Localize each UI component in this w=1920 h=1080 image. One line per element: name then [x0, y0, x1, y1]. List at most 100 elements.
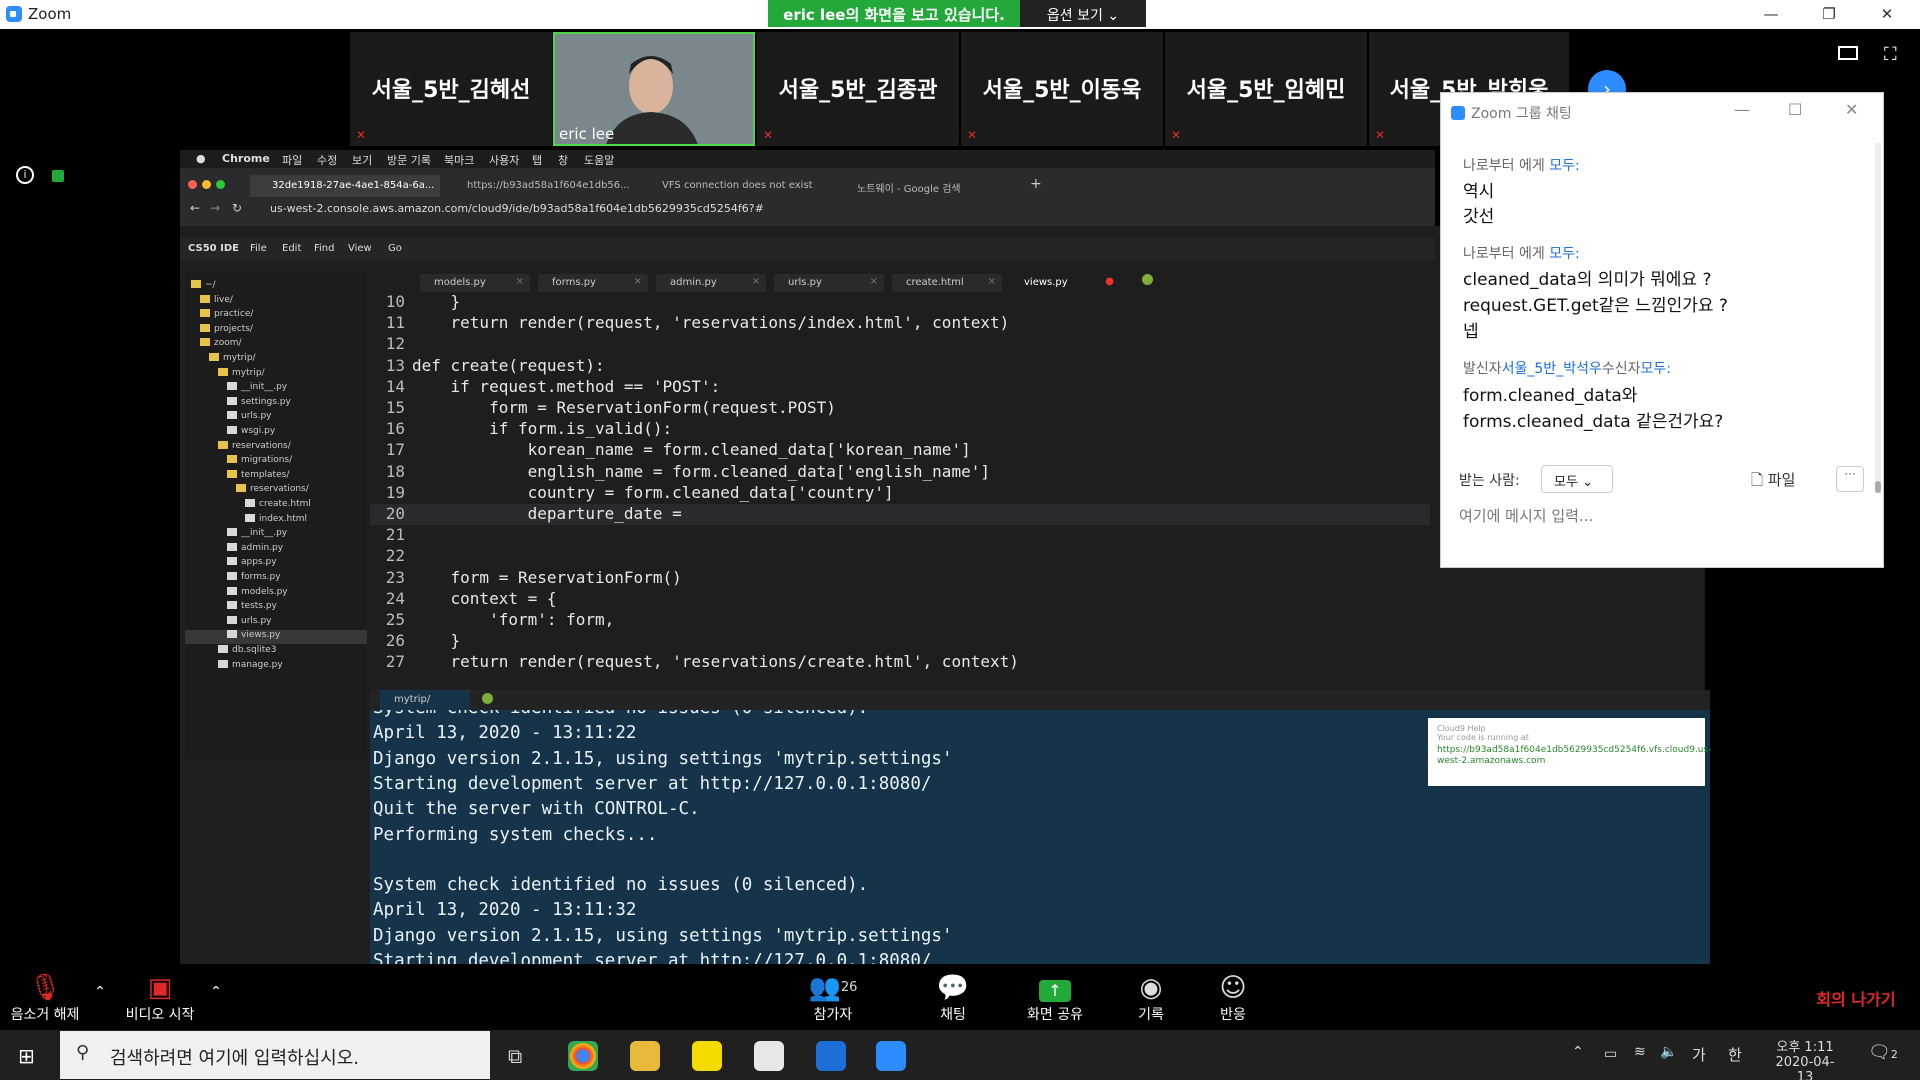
add-terminal-icon[interactable]	[482, 693, 493, 704]
chat-close-button[interactable]: ✕	[1845, 100, 1858, 119]
ime-language[interactable]: 한	[1728, 1044, 1742, 1065]
folder-item[interactable]: reservations/	[185, 440, 291, 455]
chat-button[interactable]: 💬 채팅	[918, 972, 988, 1024]
participant-tile[interactable]: 서울_5반_김혜선 ✕	[350, 32, 552, 146]
participant-tile[interactable]: 서울_5반_이동욱 ✕	[961, 32, 1163, 146]
participant-tile[interactable]: 서울_5반_임혜민 ✕	[1165, 32, 1367, 146]
recipient-link[interactable]: 모두:	[1549, 246, 1579, 262]
layout-icon[interactable]	[1838, 46, 1858, 60]
folder-item[interactable]: projects/	[185, 323, 253, 338]
recipient-dropdown[interactable]: 모두 ⌄	[1541, 465, 1613, 493]
recipient-link[interactable]: 모두:	[1549, 158, 1579, 174]
wifi-icon[interactable]: ≋	[1634, 1044, 1646, 1060]
participant-tile[interactable]: 서울_5반_김종관 ✕	[757, 32, 959, 146]
ide-menu-item[interactable]: View	[348, 243, 372, 254]
battery-icon[interactable]: ▭	[1604, 1046, 1617, 1062]
file-item[interactable]: settings.py	[185, 396, 291, 411]
menu-item[interactable]: 탭	[532, 152, 542, 168]
file-item[interactable]: index.html	[185, 513, 307, 528]
forward-icon[interactable]: →	[210, 201, 220, 215]
taskbar-clock[interactable]: 오후 1:11 2020-04-13	[1770, 1036, 1840, 1080]
file-item[interactable]: __init__.py	[185, 382, 287, 396]
folder-item[interactable]: zoom/	[185, 338, 242, 352]
editor-tab[interactable]: create.html ×	[892, 274, 1002, 292]
start-video-button[interactable]: ▣ 비디오 시작	[120, 972, 200, 1024]
editor-tab[interactable]: forms.py ×	[538, 274, 648, 292]
menu-item[interactable]: Chrome	[222, 152, 270, 165]
folder-item[interactable]: practice/	[185, 309, 253, 323]
folder-item[interactable]: live/	[185, 294, 233, 309]
menu-item[interactable]: 북마크	[444, 152, 474, 168]
file-item[interactable]: apps.py	[185, 557, 277, 571]
file-explorer-icon[interactable]	[630, 1041, 660, 1071]
browser-icon[interactable]	[816, 1041, 846, 1071]
lock-icon[interactable]	[52, 170, 64, 182]
record-button[interactable]: ◉ 기록	[1118, 972, 1184, 1024]
view-options-button[interactable]: 옵션 보기 ⌄	[1020, 0, 1146, 27]
menu-item[interactable]: 창	[558, 152, 568, 168]
folder-item[interactable]: migrations/	[185, 455, 292, 469]
app-url-link[interactable]: https://b93ad58a1f604e1db5629935cd5254f6…	[1437, 745, 1711, 767]
browser-tab[interactable]: 노트웨이 - Google 검색	[835, 175, 1025, 197]
file-item[interactable]: forms.py	[185, 572, 281, 586]
chat-scrollbar[interactable]	[1875, 143, 1881, 493]
menu-item[interactable]: 수정	[317, 152, 337, 168]
typora-icon[interactable]	[754, 1041, 784, 1071]
new-tab-icon[interactable]: +	[1030, 176, 1042, 192]
participant-tile-video[interactable]: eric lee	[553, 32, 755, 146]
reload-icon[interactable]: ↻	[232, 201, 242, 215]
fullscreen-icon[interactable]: ⛶	[1884, 44, 1897, 65]
editor-tab[interactable]: models.py ×	[420, 274, 530, 292]
taskbar-search[interactable]: ⚲ 검색하려면 여기에 입력하십시오.	[60, 1031, 490, 1079]
menu-item[interactable]: 파일	[282, 152, 302, 168]
editor-tab[interactable]: admin.py ×	[656, 274, 766, 292]
tray-chevron-icon[interactable]: ⌃	[1572, 1044, 1584, 1060]
ime-mode[interactable]: 가	[1692, 1044, 1706, 1065]
ide-menu-item[interactable]: Edit	[282, 243, 301, 254]
zoom-taskbar-icon[interactable]	[876, 1041, 906, 1071]
ide-menu-item[interactable]: File	[250, 243, 267, 254]
recipient-link[interactable]: 모두:	[1640, 361, 1670, 377]
file-item[interactable]: admin.py	[185, 542, 283, 557]
file-item[interactable]: tests.py	[185, 601, 277, 615]
sender-link[interactable]: 서울_5반_박석우	[1502, 361, 1602, 377]
address-bar[interactable]: us-west-2.console.aws.amazon.com/cloud9/…	[270, 202, 764, 215]
menu-item[interactable]: 보기	[352, 152, 372, 168]
code-editor[interactable]: 10 } 11 return render(request, 'reservati…	[370, 292, 1430, 682]
info-icon[interactable]: i	[16, 166, 34, 184]
folder-item[interactable]: templates/	[185, 469, 289, 484]
file-item[interactable]: views.py	[185, 630, 367, 645]
folder-item[interactable]: mytrip/	[185, 367, 265, 382]
chat-message-input[interactable]: 여기에 메시지 입력...	[1459, 505, 1593, 526]
chat-maximize-button[interactable]: ☐	[1788, 100, 1802, 119]
kakaotalk-icon[interactable]	[692, 1041, 722, 1071]
ide-menu-item[interactable]: Find	[314, 243, 335, 254]
unmute-button[interactable]: 🎙 음소거 해제	[4, 972, 86, 1024]
file-item[interactable]: wsgi.py	[185, 426, 275, 440]
file-item[interactable]: manage.py	[185, 659, 283, 674]
volume-icon[interactable]: 🔈	[1660, 1044, 1677, 1060]
terminal-tab[interactable]: mytrip/	[380, 690, 470, 710]
minimize-button[interactable]: —	[1748, 2, 1794, 26]
leave-meeting-button[interactable]: 회의 나가기	[1806, 986, 1906, 1010]
file-item[interactable]: create.html	[185, 499, 311, 513]
editor-tab-active[interactable]: views.py ●	[1010, 274, 1120, 292]
back-icon[interactable]: ←	[190, 201, 200, 215]
zoom-dot-icon[interactable]	[216, 180, 225, 189]
browser-tab[interactable]: 32de1918-27ae-4ae1-854a-6a...	[250, 175, 440, 197]
task-view-icon[interactable]: ⧉	[508, 1044, 522, 1068]
menu-item[interactable]: 도움말	[584, 152, 614, 168]
chat-minimize-button[interactable]: —	[1734, 100, 1750, 119]
reactions-button[interactable]: ☺ 반응	[1200, 972, 1266, 1024]
browser-tab[interactable]: VFS connection does not exist	[640, 175, 830, 197]
audio-options-chevron-icon[interactable]: ⌃	[90, 984, 110, 1000]
restore-button[interactable]: ❐	[1806, 2, 1852, 26]
notification-icon[interactable]: 🗨2	[1868, 1042, 1898, 1063]
close-dot-icon[interactable]	[188, 180, 197, 189]
file-item[interactable]: models.py	[185, 586, 288, 601]
share-screen-button[interactable]: ↑ 화면 공유	[1018, 972, 1092, 1024]
ide-menu-item[interactable]: Go	[388, 243, 402, 254]
menu-item[interactable]: 사용자	[489, 152, 519, 168]
file-item[interactable]: __init__.py	[185, 528, 287, 542]
windows-start-icon[interactable]: ⊞	[18, 1044, 35, 1068]
